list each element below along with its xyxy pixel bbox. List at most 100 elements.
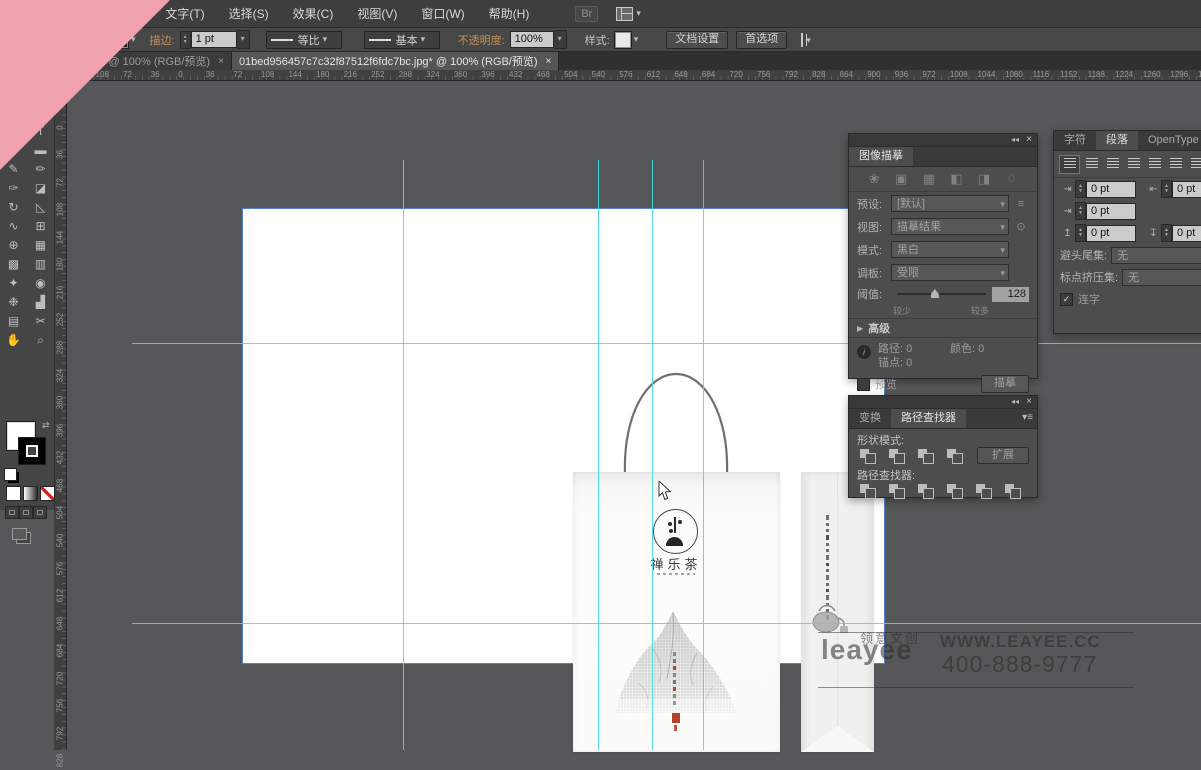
first-line-stepper[interactable] <box>1075 202 1086 220</box>
stroke-label[interactable]: 描边: <box>150 32 175 48</box>
threshold-value-field[interactable]: 128 <box>992 287 1029 302</box>
tool-scale-tool[interactable]: ◺ <box>27 198 54 217</box>
stroke-weight-dropdown-arrow[interactable] <box>237 30 250 49</box>
tab-transform[interactable]: 变换 <box>849 409 891 428</box>
expand-button[interactable]: 扩展 <box>977 447 1029 464</box>
tool-hand-tool[interactable]: ✋ <box>0 331 27 350</box>
document-tab-active[interactable]: 01bed956457c7c32f87512f6fdc7bc.jpg* @ 10… <box>232 52 559 70</box>
color-button[interactable] <box>6 486 21 501</box>
high-color-preset-icon[interactable]: ▣ <box>895 171 907 187</box>
tab-character[interactable]: 字符 <box>1054 131 1096 150</box>
mode-select[interactable]: 黑白 <box>891 241 1009 258</box>
threshold-slider-thumb[interactable] <box>931 289 939 298</box>
tool-free-transform-tool[interactable]: ⊞ <box>27 217 54 236</box>
placed-image-artboard[interactable]: 禅乐茶 <box>242 208 885 664</box>
first-line-field[interactable]: 0 pt <box>1086 203 1136 220</box>
menu-item-4[interactable]: 视图(V) <box>357 5 397 22</box>
close-icon[interactable]: × <box>1026 396 1032 408</box>
tool-shape-builder-tool[interactable]: ⊕ <box>0 236 27 255</box>
hyphenate-checkbox[interactable]: ✓ <box>1060 293 1073 306</box>
outline-button[interactable] <box>973 482 995 499</box>
tool-eraser-tool[interactable]: ◪ <box>27 179 54 198</box>
minus-front-button[interactable] <box>886 447 908 464</box>
right-indent-field[interactable]: 0 pt <box>1172 181 1201 198</box>
minus-back-button[interactable] <box>1002 482 1024 499</box>
style-swatch-dropdown[interactable] <box>615 32 639 48</box>
outline-preset-icon[interactable]: ♢ <box>1006 171 1018 187</box>
collapse-panel-icon[interactable]: ◂◂ <box>1011 396 1019 408</box>
left-indent-stepper[interactable] <box>1075 180 1086 198</box>
align-right-button[interactable] <box>1103 156 1122 173</box>
preview-checkbox[interactable] <box>857 378 870 391</box>
draw-inside-button[interactable] <box>33 506 47 519</box>
close-icon[interactable]: × <box>218 56 224 67</box>
menu-item-3[interactable]: 效果(C) <box>293 5 334 22</box>
brush-definition-dropdown[interactable]: 基本 <box>364 31 440 49</box>
collapse-panel-icon[interactable]: ◂◂ <box>1011 134 1019 146</box>
kinsoku-select[interactable]: 无 <box>1111 247 1201 264</box>
opacity-label[interactable]: 不透明度: <box>458 32 505 48</box>
draw-behind-button[interactable] <box>19 506 33 519</box>
advanced-disclosure[interactable]: ▶ 高级 <box>849 318 1037 338</box>
workspace-switcher[interactable] <box>616 7 641 21</box>
tool-blend-tool[interactable]: ◉ <box>27 274 54 293</box>
tool-slice-tool[interactable]: ✂ <box>27 312 54 331</box>
right-indent-stepper[interactable] <box>1161 180 1172 198</box>
threshold-slider[interactable] <box>897 293 986 295</box>
close-icon[interactable]: × <box>546 56 552 67</box>
width-profile-dropdown[interactable]: 等比 <box>266 31 342 49</box>
tab-paragraph[interactable]: 段落 <box>1096 131 1138 150</box>
document-setup-button[interactable]: 文档设置 <box>666 31 728 49</box>
tool-width-tool[interactable]: ∿ <box>0 217 27 236</box>
tool-eyedropper-tool[interactable]: ✦ <box>0 274 27 293</box>
gradient-button[interactable] <box>23 486 38 501</box>
tool-artboard-tool[interactable]: ▤ <box>0 312 27 331</box>
trace-button[interactable]: 描摹 <box>981 375 1029 393</box>
tool-rotate-tool[interactable]: ↻ <box>0 198 27 217</box>
align-options-icon[interactable] <box>801 34 811 46</box>
panel-menu-icon[interactable]: ▾≡ <box>1022 412 1033 423</box>
stroke-color-swatch[interactable] <box>19 438 45 464</box>
preferences-button[interactable]: 首选项 <box>736 31 787 49</box>
tool-mesh-tool[interactable]: ▩ <box>0 255 27 274</box>
exclude-button[interactable] <box>944 447 966 464</box>
stroke-weight-stepper[interactable] <box>180 31 191 49</box>
menu-item-5[interactable]: 窗口(W) <box>421 5 464 22</box>
tool-column-graph-tool[interactable]: ▟ <box>27 293 54 312</box>
space-before-field[interactable]: 0 pt <box>1086 225 1136 242</box>
default-fill-stroke-icon[interactable] <box>4 468 17 481</box>
tab-image-trace[interactable]: 图像描摹 <box>849 147 913 166</box>
justify-last-left-button[interactable] <box>1124 156 1143 173</box>
merge-button[interactable] <box>915 482 937 499</box>
space-after-field[interactable]: 0 pt <box>1172 225 1201 242</box>
divide-button[interactable] <box>857 482 879 499</box>
tool-rectangle-tool[interactable]: ▬ <box>27 141 54 160</box>
align-center-button[interactable] <box>1082 156 1101 173</box>
tab-opentype[interactable]: OpenType <box>1138 131 1201 150</box>
menu-item-2[interactable]: 选择(S) <box>229 5 269 22</box>
tool-blob-brush-tool[interactable]: ✑ <box>0 179 27 198</box>
unite-button[interactable] <box>857 447 879 464</box>
align-left-button[interactable] <box>1059 155 1080 174</box>
justify-all-button[interactable] <box>1187 156 1201 173</box>
mojikumi-select[interactable]: 无 <box>1122 269 1201 286</box>
left-indent-field[interactable]: 0 pt <box>1086 181 1136 198</box>
low-color-preset-icon[interactable]: ▦ <box>923 171 935 187</box>
stroke-weight-field[interactable]: 1 pt <box>191 31 237 48</box>
justify-last-center-button[interactable] <box>1145 156 1164 173</box>
space-before-stepper[interactable] <box>1075 224 1086 242</box>
palette-select[interactable]: 受限 <box>891 264 1009 281</box>
view-select[interactable]: 描摹结果 <box>891 218 1009 235</box>
none-button[interactable] <box>40 486 55 501</box>
horizontal-ruler[interactable]: 1441087236036721081441802162522883243603… <box>54 70 1201 81</box>
close-icon[interactable]: × <box>1026 134 1032 146</box>
draw-normal-button[interactable] <box>5 506 19 519</box>
tool-symbol-sprayer-tool[interactable]: ❉ <box>0 293 27 312</box>
menu-item-1[interactable]: 文字(T) <box>165 5 204 22</box>
tool-perspective-grid-tool[interactable]: ▦ <box>27 236 54 255</box>
preset-select[interactable]: [默认] <box>891 195 1009 212</box>
tool-zoom-tool[interactable]: ⌕ <box>27 331 54 350</box>
tab-pathfinder[interactable]: 路径查找器 <box>891 409 966 428</box>
black-white-preset-icon[interactable]: ◨ <box>978 171 990 187</box>
vertical-ruler[interactable]: 3603672108144180216252288324360396432468… <box>54 80 67 750</box>
